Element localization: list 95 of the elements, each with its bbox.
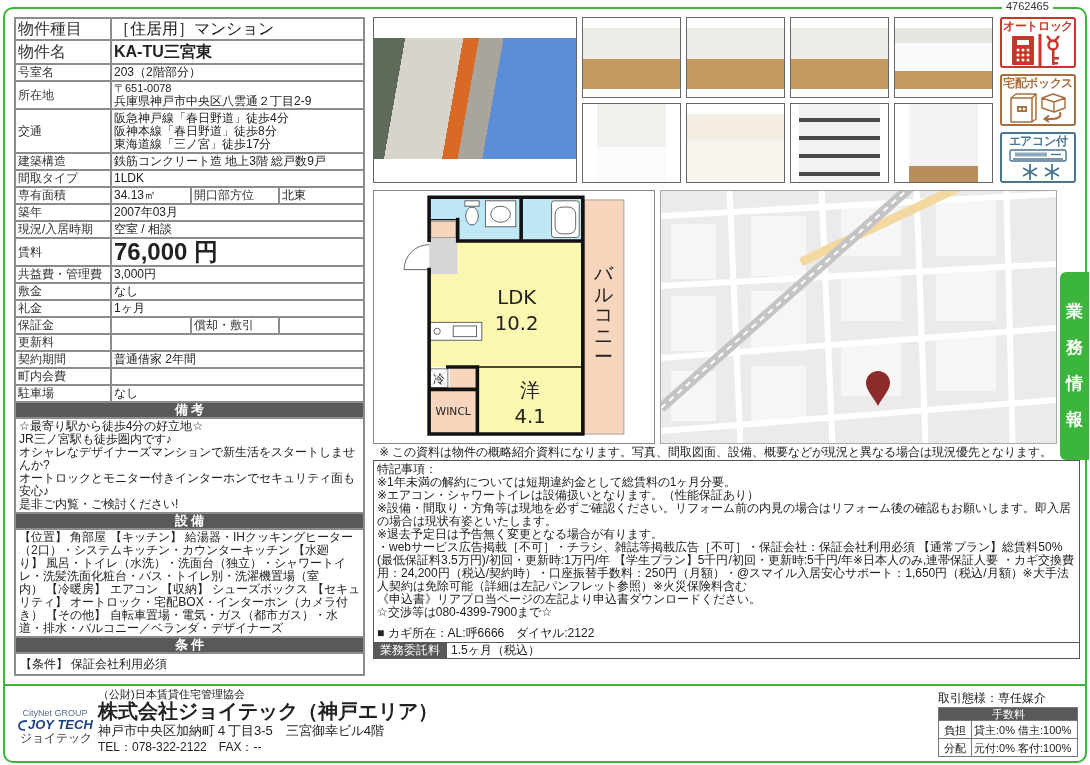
field-value: 空室 / 相談 bbox=[111, 221, 364, 238]
company-address: 神戸市中央区加納町４丁目3-5 三宮御幸ビル4階 bbox=[98, 723, 386, 739]
room-label: WINCL bbox=[435, 405, 471, 419]
room-size: 10.2 bbox=[494, 312, 539, 336]
remark-text: オシャレなデザイナーズマンションで新生活をスタートしませんか? bbox=[19, 446, 356, 472]
note-text: ☆交渉等は080-4399-7900まで☆ bbox=[377, 606, 552, 619]
field-label: 築年 bbox=[15, 204, 111, 221]
notes-title: 特記事項： bbox=[377, 463, 438, 476]
remark-text: JR三ノ宮駅も徒歩圏内です♪ bbox=[19, 433, 173, 446]
field-value: KA-TU三宮東 bbox=[111, 40, 364, 64]
side-tab[interactable]: 業務情報 bbox=[1060, 272, 1089, 460]
field-value: 北東 bbox=[279, 187, 364, 204]
room-label: LDK bbox=[497, 286, 537, 310]
field-label: 賃料 bbox=[15, 238, 111, 266]
field-label: 建築構造 bbox=[15, 153, 111, 170]
logo-wordmark: JOY TECH bbox=[28, 718, 93, 732]
field-value: 鉄筋コンクリート造 地上3階 総戸数9戸 bbox=[111, 153, 364, 170]
room-label: 洋 bbox=[520, 379, 541, 403]
note-text: ・webサービス広告掲載［不可］・チラシ、雑誌等掲載広告［不可］・保証会社：保証会社利用必須 【通常プラン】総賃料50%(最低保証料3.5万円)/初回・更新時:1万円/年 【学生プラン】5千円/初回・更新時:5千円/年※日本人のみ,連帯保証人要 ・カギ交換費用：24,200円（税込/契約時）・口座振替手数料：250円（月額）・@スマイル入居安心サポート：1,650円（税込/月額）※大手法人契約は免除可能（詳細は左記パンフレット参照）※火災保険料含む bbox=[377, 541, 1075, 593]
fee-label: 業務委託料 bbox=[373, 643, 446, 659]
logo-kana: ジョイテック bbox=[19, 732, 92, 745]
listing-number: 4762465 bbox=[1002, 0, 1053, 13]
field-label: 契約期間 bbox=[15, 351, 111, 368]
access-route-text: 東海道線「三ノ宮」徒歩17分 bbox=[114, 137, 272, 151]
access-route-text: 阪神本線「春日野道」徒歩8分 bbox=[114, 124, 277, 138]
field-label: 交通 bbox=[15, 109, 111, 153]
field-value: 1ヶ月 bbox=[111, 300, 364, 317]
field-value: 3,000円 bbox=[111, 266, 364, 283]
remark-text: オートロックとモニター付きインターホンでセキュリティ面も安心♪ bbox=[19, 472, 356, 498]
logo-tagline: CityNet GROUP bbox=[21, 708, 89, 718]
field-label: 敷金 bbox=[15, 283, 111, 300]
kitchen-counter-icon bbox=[428, 321, 483, 341]
field-value: ［住居用］マンション bbox=[111, 18, 364, 40]
badge-label: エアコン付 bbox=[1008, 133, 1068, 148]
room-size: 4.1 bbox=[514, 405, 546, 429]
note-text: ※エアコン・シャワートイレは設備扱いとなります。（性能保証あり） bbox=[377, 489, 760, 502]
badge-label: オートロック bbox=[1002, 19, 1074, 33]
field-label: 物件種目 bbox=[15, 18, 111, 40]
intercom-icon bbox=[1012, 36, 1034, 65]
address-text: 兵庫県神戸市中央区八雲通２丁目2-9 bbox=[114, 93, 313, 108]
field-label: 物件名 bbox=[15, 40, 111, 64]
field-value: 203（2階部分） bbox=[111, 64, 364, 81]
remark-text: ☆最寄り駅から徒歩4分の好立地☆ bbox=[19, 420, 205, 433]
storage-area bbox=[449, 368, 478, 389]
washbasin-icon bbox=[484, 200, 517, 228]
commission-header: 手数料 bbox=[938, 707, 1078, 721]
field-label: 礼金 bbox=[15, 300, 111, 317]
badge-label: 宅配ボックス bbox=[1002, 76, 1074, 91]
note-text: ※1年未満の解約については短期違約金として総賃料の1ヶ月分要。 bbox=[377, 476, 738, 489]
note-text: ※退去予定日は予告無く変更となる場合が有ります。 bbox=[377, 528, 664, 541]
field-value: なし bbox=[111, 283, 364, 300]
field-label: 号室名 bbox=[15, 64, 111, 81]
field-label: 保証金 bbox=[15, 317, 111, 334]
commission-label: 負担 bbox=[938, 720, 972, 739]
field-label: 開口部方位 bbox=[191, 187, 279, 204]
air-conditioner-icon bbox=[1009, 148, 1067, 162]
fee-value: 1.5ヶ月（税込） bbox=[446, 643, 1080, 659]
key-info-text: ■ カギ所在：AL:呼6666 ダイヤル:2122 bbox=[377, 627, 596, 640]
commission-value: 元付:0% 客付:100% bbox=[971, 738, 1078, 757]
field-label: 現況/入居時期 bbox=[15, 221, 111, 238]
field-value: 76,000 円 bbox=[111, 238, 364, 266]
toilet-icon bbox=[464, 200, 480, 226]
bathtub-icon bbox=[551, 200, 580, 238]
map-pin-icon bbox=[866, 371, 890, 406]
field-label: 所在地 bbox=[15, 81, 111, 109]
parcel-icon bbox=[1041, 93, 1066, 114]
entrance-area bbox=[429, 219, 458, 275]
field-label: 更新料 bbox=[15, 334, 111, 351]
postal-code: 〒651-0078 bbox=[114, 82, 173, 94]
note-text: 《申込書》リアプロ当ページの左記より申込書ダウンロードください。 bbox=[377, 593, 762, 606]
room-label: バルコニー bbox=[593, 263, 613, 367]
door-swing-icon bbox=[403, 244, 430, 271]
field-label: 償却・敷引 bbox=[191, 317, 279, 334]
company-name: 株式会社ジョイテック（神戸エリア） bbox=[98, 700, 438, 723]
field-value: 普通借家 2年間 bbox=[111, 351, 364, 368]
field-label: 共益費・管理費 bbox=[15, 266, 111, 283]
disclaimer-text: ※ この資料は物件の概略紹介資料になります。写真、間取図面、設備、概要などが現況と異なる場合は現況優先となります。 bbox=[379, 445, 1052, 460]
field-value: 1LDK bbox=[111, 170, 364, 187]
association-text: （公財)日本賃貸住宅管理協会 bbox=[98, 688, 246, 700]
field-value: 2007年03月 bbox=[111, 204, 364, 221]
logo-swoosh-icon bbox=[18, 719, 28, 731]
transaction-type: 取引態様：専任媒介 bbox=[938, 691, 1047, 706]
field-label: 間取タイプ bbox=[15, 170, 111, 187]
access-route-text: 阪急神戸線「春日野道」徒歩4分 bbox=[114, 111, 290, 125]
commission-label: 分配 bbox=[938, 738, 972, 757]
remark-text: 是非ご内覧・ご検討ください! bbox=[19, 498, 180, 511]
field-value: 34.13㎡ bbox=[111, 187, 191, 204]
key-icon bbox=[1045, 34, 1061, 65]
field-label: 町内会費 bbox=[15, 368, 111, 385]
field-label: 専有面積 bbox=[15, 187, 111, 204]
note-text: ※設備・間取り・方角等は現地を必ずご確認ください。リフォーム前の内見の場合はリフォーム後の確認もお願いします。即入居の場合は現状有姿といたします。 bbox=[377, 502, 1073, 528]
commission-value: 貸主:0% 借主:100% bbox=[971, 720, 1078, 739]
room-label: 冷 bbox=[432, 372, 445, 387]
condition-text: 【条件】 保証会社利用必須 bbox=[15, 653, 364, 675]
contact-text: TEL：078-322-2122 FAX：-- bbox=[98, 739, 263, 755]
